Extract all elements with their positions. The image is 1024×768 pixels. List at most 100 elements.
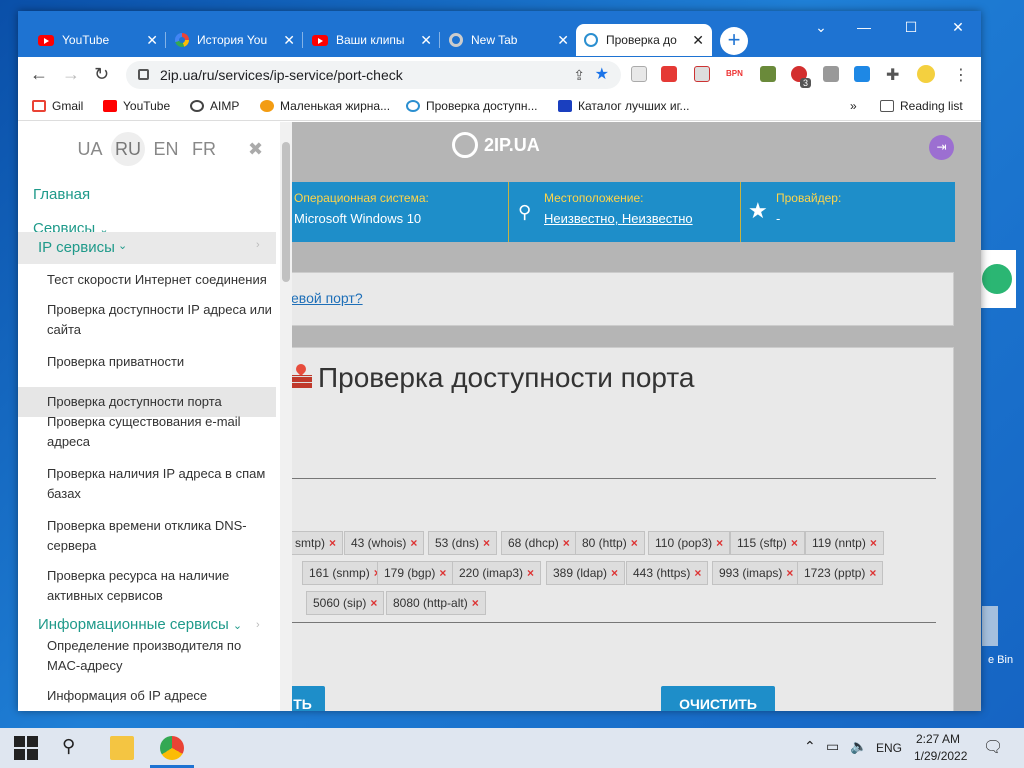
- sidebar-scrollbar[interactable]: [280, 122, 292, 711]
- clock-time[interactable]: 2:27 AM: [916, 732, 960, 746]
- tab-search-icon[interactable]: ⌄: [798, 13, 844, 41]
- port-chip[interactable]: 161 (snmp)×: [302, 561, 388, 585]
- remove-icon[interactable]: ×: [631, 536, 638, 550]
- reload-icon[interactable]: ↻: [94, 64, 109, 85]
- close-icon[interactable]: ✕: [557, 32, 569, 49]
- port-chip[interactable]: 115 (sftp) ×: [730, 531, 805, 555]
- reading-list[interactable]: Reading list: [880, 99, 963, 113]
- profile-avatar[interactable]: [917, 65, 935, 83]
- menu-ip-services[interactable]: IP сервисы ⌄ ›: [18, 232, 276, 264]
- sidebar-item-ip-service[interactable]: Проверка доступности IP адреса или сайта: [47, 300, 277, 340]
- sidebar-item-ip-service[interactable]: Проверка существования e-mail адреса: [47, 412, 277, 452]
- bookmark-gmail[interactable]: Gmail: [32, 99, 83, 113]
- extension-icon[interactable]: BPN: [726, 66, 748, 82]
- bookmark-games-catalog[interactable]: Каталог лучших иг...: [558, 99, 690, 113]
- windows-start-icon[interactable]: [14, 736, 38, 760]
- sidebar-item-ip-service[interactable]: Проверка наличия IP адреса в спам базах: [47, 464, 277, 504]
- tab-port-check[interactable]: Проверка до ✕: [576, 24, 712, 56]
- remove-icon[interactable]: ×: [527, 566, 534, 580]
- maximize-button[interactable]: ☐: [888, 13, 934, 41]
- port-chip[interactable]: 5060 (sip) ×: [306, 591, 385, 615]
- bookmarks-overflow-icon[interactable]: »: [850, 99, 857, 113]
- address-bar[interactable]: 2ip.ua/ru/services/ip-service/port-check…: [126, 61, 621, 89]
- port-chip[interactable]: 1723 (pptp) ×: [797, 561, 884, 585]
- chevron-right-icon[interactable]: ›: [256, 619, 260, 631]
- remove-icon[interactable]: ×: [370, 596, 377, 610]
- close-icon[interactable]: ✕: [146, 32, 158, 49]
- remove-icon[interactable]: ×: [472, 596, 479, 610]
- chrome-taskbar-icon[interactable]: [160, 736, 184, 760]
- minimize-button[interactable]: —: [841, 13, 887, 41]
- remove-icon[interactable]: ×: [563, 536, 570, 550]
- port-chip[interactable]: 993 (imaps) ×: [712, 561, 801, 585]
- hint-link[interactable]: евой порт?: [291, 290, 363, 306]
- tab-new-tab[interactable]: New Tab ✕: [441, 24, 577, 56]
- sidebar-item-info-service[interactable]: Информация об IP адресе: [47, 686, 277, 706]
- location-value[interactable]: Неизвестно, Неизвестно: [544, 211, 693, 226]
- sidebar-item-ip-service[interactable]: Проверка ресурса на наличие активных сер…: [47, 566, 277, 606]
- lang-ru[interactable]: RU: [111, 132, 145, 166]
- menu-icon[interactable]: ⋮: [953, 65, 969, 85]
- lang-en[interactable]: EN: [149, 132, 183, 166]
- network-icon[interactable]: ▭: [826, 738, 839, 755]
- bookmark-youtube[interactable]: YouTube: [103, 99, 170, 113]
- show-hidden-icons[interactable]: ⌃: [804, 738, 816, 755]
- close-icon[interactable]: ✕: [692, 32, 704, 49]
- bookmark-star-icon[interactable]: ★: [595, 61, 609, 89]
- recycle-bin-label[interactable]: e Bin: [988, 654, 1013, 666]
- site-logo[interactable]: 2IP.UA: [452, 132, 540, 158]
- sidebar-item-ip-service[interactable]: Проверка приватности: [47, 352, 277, 372]
- extension-icon[interactable]: [823, 66, 839, 82]
- tab-youtube-history[interactable]: История You ✕: [167, 24, 303, 56]
- port-chip[interactable]: 220 (imap3) ×: [452, 561, 542, 585]
- lang-ua[interactable]: UA: [73, 132, 107, 166]
- back-icon[interactable]: ←: [30, 64, 48, 85]
- chevron-right-icon[interactable]: ›: [256, 239, 260, 251]
- close-sidebar-icon[interactable]: ✖: [248, 132, 263, 166]
- remove-icon[interactable]: ×: [870, 536, 877, 550]
- notifications-icon[interactable]: 🗨: [983, 737, 1003, 757]
- port-chip[interactable]: 53 (dns) ×: [428, 531, 498, 555]
- share-icon[interactable]: ⇪: [573, 61, 585, 89]
- bookmark-little-fat[interactable]: Маленькая жирна...: [260, 99, 390, 113]
- language-indicator[interactable]: ENG: [876, 741, 902, 755]
- extension-icon[interactable]: [760, 66, 776, 82]
- scrollbar-thumb[interactable]: [282, 142, 290, 282]
- menu-info-services[interactable]: Информационные сервисы ⌄: [38, 616, 242, 633]
- volume-icon[interactable]: 🔈: [850, 738, 867, 755]
- menu-home[interactable]: Главная: [33, 186, 90, 203]
- close-icon[interactable]: ✕: [283, 32, 295, 49]
- lock-icon[interactable]: [138, 69, 149, 80]
- remove-icon[interactable]: ×: [791, 536, 798, 550]
- tab-youtube[interactable]: YouTube ✕: [30, 24, 166, 56]
- new-tab-button[interactable]: +: [720, 27, 748, 55]
- remove-icon[interactable]: ×: [410, 536, 417, 550]
- port-chip[interactable]: 179 (bgp) ×: [377, 561, 454, 585]
- remove-icon[interactable]: ×: [329, 536, 336, 550]
- remove-icon[interactable]: ×: [439, 566, 446, 580]
- remove-icon[interactable]: ×: [483, 536, 490, 550]
- remove-icon[interactable]: ×: [869, 566, 876, 580]
- clock-date[interactable]: 1/29/2022: [914, 749, 967, 763]
- remove-icon[interactable]: ×: [786, 566, 793, 580]
- remove-icon[interactable]: ×: [611, 566, 618, 580]
- remove-icon[interactable]: ×: [716, 536, 723, 550]
- forward-icon[interactable]: →: [62, 64, 80, 85]
- close-window-button[interactable]: ✕: [935, 13, 981, 41]
- port-chip[interactable]: 443 (https) ×: [626, 561, 709, 585]
- file-explorer-icon[interactable]: [110, 736, 134, 760]
- lang-fr[interactable]: FR: [187, 132, 221, 166]
- sidebar-item-info-service[interactable]: Определение производителя по MAC-адресу: [47, 636, 277, 676]
- port-chip[interactable]: 119 (nntp) ×: [805, 531, 884, 555]
- close-icon[interactable]: ✕: [420, 32, 432, 49]
- login-icon[interactable]: ⇥: [929, 135, 954, 160]
- port-chip[interactable]: smtp) ×: [288, 531, 344, 555]
- extension-icon[interactable]: [694, 66, 710, 82]
- sidebar-item-ip-service[interactable]: Тест скорости Интернет соединения: [47, 270, 277, 290]
- bookmark-aimp[interactable]: AIMP: [190, 99, 239, 113]
- recycle-bin-icon[interactable]: [982, 606, 998, 646]
- remove-icon[interactable]: ×: [694, 566, 701, 580]
- extension-icon[interactable]: [854, 66, 870, 82]
- port-chip[interactable]: 80 (http) ×: [575, 531, 645, 555]
- port-chip[interactable]: 8080 (http-alt) ×: [386, 591, 486, 615]
